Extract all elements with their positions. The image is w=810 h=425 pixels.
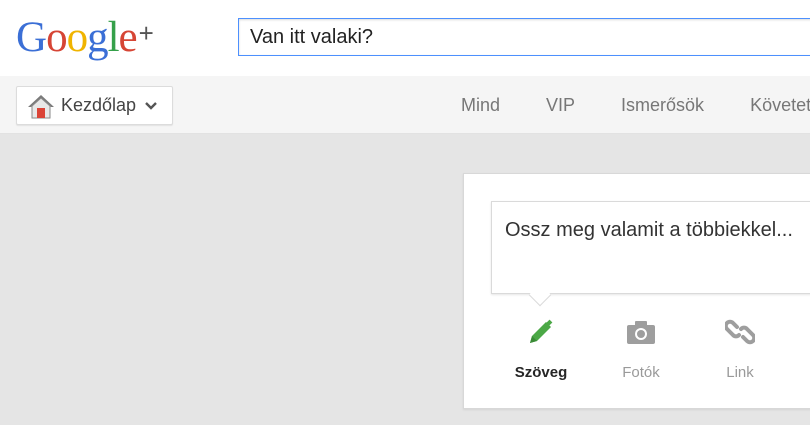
logo-letter: G	[16, 14, 47, 61]
share-input[interactable]: Ossz meg valamit a többiekkel...	[491, 201, 810, 294]
share-text-label: Szöveg	[514, 364, 568, 381]
logo-letter: l	[107, 14, 120, 61]
share-text-button[interactable]: Szöveg	[501, 317, 581, 381]
logo-letter: e	[118, 14, 138, 61]
tab-vip[interactable]: VIP	[546, 76, 575, 134]
tab-kovetett[interactable]: Követett	[750, 76, 810, 134]
top-header: Google+	[0, 0, 810, 76]
share-box: Ossz meg valamit a többiekkel... Szöveg …	[463, 173, 810, 409]
google-plus-logo[interactable]: Google+	[16, 14, 154, 66]
home-label: Kezdőlap	[61, 95, 137, 115]
pencil-icon	[530, 319, 553, 343]
camera-icon	[627, 321, 655, 344]
stream-tabs: Mind VIP Ismerősök Követett	[461, 76, 810, 134]
link-icon	[725, 319, 755, 345]
share-photos-button[interactable]: Fotók	[601, 317, 681, 381]
share-photos-label: Fotók	[622, 364, 660, 381]
home-dropdown-button[interactable]: Kezdőlap	[16, 86, 173, 125]
home-icon	[28, 94, 54, 118]
share-link-button[interactable]: Link	[700, 317, 780, 381]
search-input[interactable]	[238, 18, 810, 56]
logo-letter: g	[87, 14, 108, 61]
logo-letter: o	[46, 14, 67, 61]
tab-ismerosok[interactable]: Ismerősök	[621, 76, 704, 134]
chevron-down-icon	[145, 101, 157, 110]
tab-mind[interactable]: Mind	[461, 76, 500, 134]
share-link-label: Link	[726, 364, 754, 381]
logo-text: Google	[16, 14, 138, 61]
logo-plus: +	[138, 18, 154, 48]
stream-nav-bar: Kezdőlap Mind VIP Ismerősök Követett	[0, 76, 810, 134]
logo-letter: o	[66, 14, 88, 61]
